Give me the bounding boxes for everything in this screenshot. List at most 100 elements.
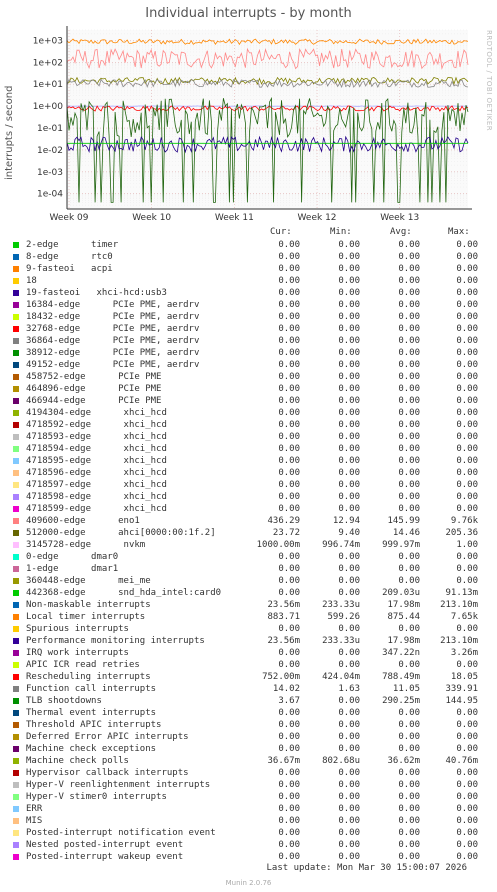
legend-max-value: 0.00 — [456, 852, 478, 862]
legend-series-name: 9-fasteoi acpi — [26, 264, 113, 274]
legend-swatch — [13, 590, 19, 596]
legend-min-value: 0.00 — [338, 792, 360, 802]
legend-cur-value: 0.00 — [278, 624, 300, 634]
legend-max-value: 0.00 — [456, 288, 478, 298]
legend-swatch — [13, 350, 19, 356]
legend-swatch — [13, 278, 19, 284]
legend-min-value: 0.00 — [338, 816, 360, 826]
legend-max-value: 0.00 — [456, 816, 478, 826]
legend-max-value: 0.00 — [456, 708, 478, 718]
legend-min-value: 0.00 — [338, 564, 360, 574]
legend-avg-value: 0.00 — [398, 624, 420, 634]
legend-max-value: 0.00 — [456, 576, 478, 586]
legend-max-value: 18.05 — [450, 672, 478, 682]
legend-avg-value: 0.00 — [398, 768, 420, 778]
legend-cur-value: 0.00 — [278, 660, 300, 670]
legend-max-value: 0.00 — [456, 300, 478, 310]
legend-row: Rescheduling interrupts 752.00m 424.04m 788… — [0, 671, 497, 683]
legend-row: Deferred Error APIC interrupts 0.00 0.00 0.… — [0, 731, 497, 743]
legend-avg-value: 0.00 — [398, 732, 420, 742]
legend-series-name: Performance monitoring interrupts — [26, 636, 205, 646]
legend-cur-value: 0.00 — [278, 420, 300, 430]
legend-avg-value: 0.00 — [398, 456, 420, 466]
legend-cur-value: 0.00 — [278, 564, 300, 574]
legend-min-value: 0.00 — [338, 492, 360, 502]
legend-swatch — [13, 722, 19, 728]
legend-swatch — [13, 242, 19, 248]
legend-series-name: TLB shootdowns — [26, 696, 102, 706]
legend-swatch — [13, 614, 19, 620]
legend-swatch — [13, 422, 19, 428]
legend-avg-value: 0.00 — [398, 792, 420, 802]
legend-avg-value: 0.00 — [398, 576, 420, 586]
legend-max-value: 339.91 — [445, 684, 478, 694]
legend-swatch — [13, 518, 19, 524]
chart-plot: 1e-04 1e-03 1e-02 1e-01 1e+00 1e+01 1e+02 1e+03… — [33, 26, 472, 223]
legend-min-value: 0.00 — [338, 372, 360, 382]
legend-max-value: 0.00 — [456, 492, 478, 502]
legend-series-name: 16384-edge PCIe PME, aerdrv — [26, 300, 200, 310]
legend-avg-value: 875.44 — [387, 612, 420, 622]
legend-row: 38912-edge PCIe PME, aerdrv 0.00 0.00 0.00 0… — [0, 347, 497, 359]
legend-max-value: 205.36 — [445, 528, 478, 538]
legend-min-value: 0.00 — [338, 552, 360, 562]
legend-row: 32768-edge PCIe PME, aerdrv 0.00 0.00 0.00 0… — [0, 323, 497, 335]
legend-cur-value: 0.00 — [278, 492, 300, 502]
legend-max-value: 0.00 — [456, 504, 478, 514]
legend-series-name: 409600-edge eno1 — [26, 516, 140, 526]
legend-cur-value: 436.29 — [267, 516, 300, 526]
legend-avg-value: 290.25m — [382, 696, 420, 706]
legend-swatch — [13, 446, 19, 452]
legend-min-value: 12.94 — [332, 516, 360, 526]
y-tick-label: 1e+02 — [33, 58, 63, 68]
legend-row: 466944-edge PCIe PME 0.00 0.00 0.00 0.00 — [0, 395, 497, 407]
legend-row: 360448-edge mei_me 0.00 0.00 0.00 0.00 — [0, 575, 497, 587]
legend-row: Machine check exceptions 0.00 0.00 0.00 0.00 — [0, 743, 497, 755]
legend-swatch — [13, 734, 19, 740]
legend-series-name: 4718592-edge xhci_hcd — [26, 420, 167, 430]
legend-cur-value: 0.00 — [278, 840, 300, 850]
legend-swatch — [13, 758, 19, 764]
legend-min-value: 0.00 — [338, 804, 360, 814]
legend-min-value: 0.00 — [338, 744, 360, 754]
legend-swatch — [13, 302, 19, 308]
legend-row: Nested posted-interrupt event 0.00 0.00 0.0… — [0, 839, 497, 851]
legend-row: Machine check polls 36.67m 802.68u 36.62m 40… — [0, 755, 497, 767]
legend-series-name: 2-edge timer — [26, 240, 119, 250]
legend-avg-value: 999.97m — [382, 540, 420, 550]
legend-max-value: 0.00 — [456, 252, 478, 262]
legend-row: Thermal event interrupts 0.00 0.00 0.00 0.00 — [0, 707, 497, 719]
legend-series-name: 0-edge dmar0 — [26, 552, 119, 562]
legend-swatch — [13, 854, 19, 860]
legend-avg-value: 17.98m — [387, 636, 420, 646]
legend-series-name: 18432-edge PCIe PME, aerdrv — [26, 312, 200, 322]
legend-max-value: 213.10m — [440, 636, 478, 646]
legend-row: APIC ICR read retries 0.00 0.00 0.00 0.00 — [0, 659, 497, 671]
legend-avg-value: 17.98m — [387, 600, 420, 610]
legend-series-name: Machine check exceptions — [26, 744, 157, 754]
legend-avg-value: 0.00 — [398, 276, 420, 286]
legend-max-value: 213.10m — [440, 600, 478, 610]
legend-max-value: 0.00 — [456, 720, 478, 730]
legend-min-value: 0.00 — [338, 576, 360, 586]
legend-max-value: 144.95 — [445, 696, 478, 706]
legend-series-name: 8-edge rtc0 — [26, 252, 113, 262]
legend-cur-value: 883.71 — [267, 612, 300, 622]
legend-series-name: Local timer interrupts — [26, 612, 146, 622]
legend-row: 4194304-edge xhci_hcd 0.00 0.00 0.00 0.00 — [0, 407, 497, 419]
legend-cur-value: 0.00 — [278, 768, 300, 778]
legend-min-value: 0.00 — [338, 648, 360, 658]
legend-series-name: 36864-edge PCIe PME, aerdrv — [26, 336, 200, 346]
legend-avg-value: 0.00 — [398, 264, 420, 274]
legend-avg-value: 0.00 — [398, 348, 420, 358]
legend-swatch — [13, 818, 19, 824]
legend-avg-value: 0.00 — [398, 720, 420, 730]
legend-cur-value: 0.00 — [278, 852, 300, 862]
legend-cur-value: 0.00 — [278, 372, 300, 382]
y-tick-label: 1e-01 — [37, 124, 63, 134]
legend-series-name: 458752-edge PCIe PME — [26, 372, 162, 382]
legend-swatch — [13, 482, 19, 488]
legend-row: 18432-edge PCIe PME, aerdrv 0.00 0.00 0.00 0… — [0, 311, 497, 323]
legend-cur-value: 0.00 — [278, 276, 300, 286]
legend-cur-value: 0.00 — [278, 336, 300, 346]
